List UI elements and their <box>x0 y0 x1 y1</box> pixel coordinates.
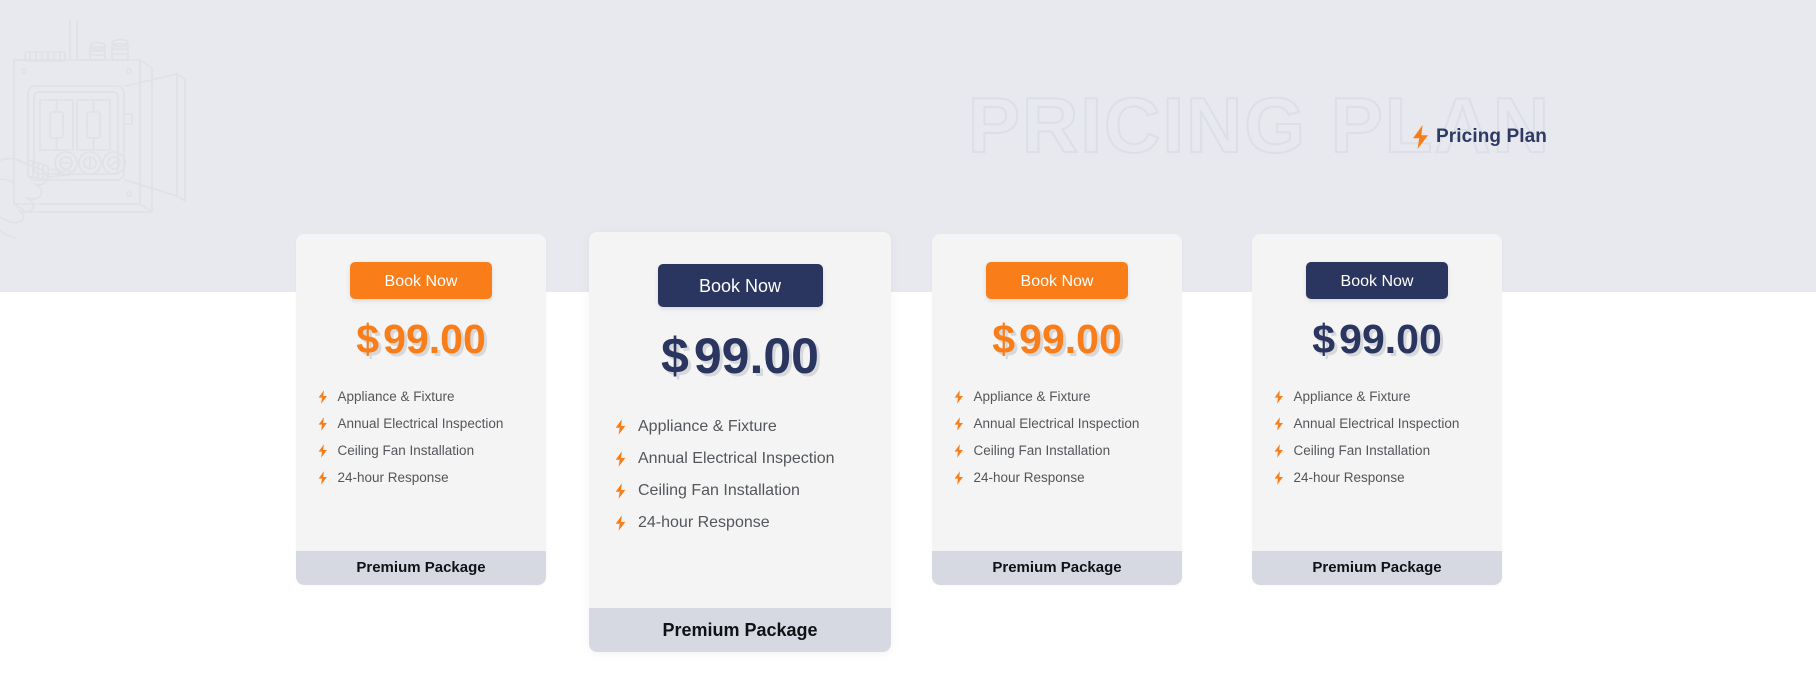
feature-item: 24-hour Response <box>954 464 1182 491</box>
feature-label: Ceiling Fan Installation <box>337 443 475 458</box>
feature-label: Appliance & Fixture <box>973 389 1091 404</box>
price: $99.00 <box>932 316 1182 363</box>
feature-label: 24-hour Response <box>638 514 770 531</box>
price: $99.00 <box>1252 316 1502 363</box>
feature-item: Ceiling Fan Installation <box>318 437 546 464</box>
feature-label: Ceiling Fan Installation <box>638 482 800 499</box>
lightning-bolt-icon <box>318 389 327 404</box>
book-now-button[interactable]: Book Now <box>350 262 492 299</box>
feature-label: Ceiling Fan Installation <box>973 443 1111 458</box>
feature-label: 24-hour Response <box>1293 470 1405 485</box>
price-amount: 99.00 <box>1339 316 1442 362</box>
lightning-bolt-icon <box>615 419 626 435</box>
price-currency: $ <box>992 316 1016 362</box>
lightning-bolt-icon <box>615 451 626 467</box>
pricing-card: Book Now $99.00 Appliance & Fixture Annual … <box>1252 234 1502 585</box>
lightning-bolt-icon <box>1274 416 1283 431</box>
package-footer-label: Premium Package <box>1252 551 1502 585</box>
feature-label: 24-hour Response <box>337 470 449 485</box>
electrical-panel-hand-line-art <box>0 20 186 239</box>
lightning-bolt-icon <box>318 443 327 458</box>
section-label: Pricing Plan <box>1412 125 1547 149</box>
lightning-bolt-icon <box>318 470 327 485</box>
book-now-button[interactable]: Book Now <box>1306 262 1448 299</box>
lightning-bolt-icon <box>1274 389 1283 404</box>
feature-item: 24-hour Response <box>1274 464 1502 491</box>
price-currency: $ <box>661 328 689 384</box>
package-footer-label: Premium Package <box>296 551 546 585</box>
feature-list: Appliance & Fixture Annual Electrical Ins… <box>589 411 891 539</box>
feature-item: Ceiling Fan Installation <box>615 475 891 507</box>
lightning-bolt-icon <box>1413 125 1428 149</box>
feature-label: Ceiling Fan Installation <box>1293 443 1431 458</box>
feature-label: Appliance & Fixture <box>337 389 455 404</box>
lightning-bolt-icon <box>954 470 963 485</box>
pricing-card: Book Now $99.00 Appliance & Fixture Annual … <box>589 232 891 652</box>
feature-label: 24-hour Response <box>973 470 1085 485</box>
price: $99.00 <box>589 327 891 385</box>
feature-label: Annual Electrical Inspection <box>337 416 504 431</box>
feature-item: Annual Electrical Inspection <box>1274 410 1502 437</box>
price: $99.00 <box>296 316 546 363</box>
feature-item: 24-hour Response <box>615 507 891 539</box>
book-now-button[interactable]: Book Now <box>986 262 1128 299</box>
lightning-bolt-icon <box>318 416 327 431</box>
lightning-bolt-icon <box>615 515 626 531</box>
feature-item: Ceiling Fan Installation <box>954 437 1182 464</box>
lightning-bolt-icon <box>954 443 963 458</box>
lightning-bolt-icon <box>615 483 626 499</box>
price-currency: $ <box>356 316 380 362</box>
feature-label: Appliance & Fixture <box>1293 389 1411 404</box>
pricing-card: Book Now $99.00 Appliance & Fixture Annual … <box>296 234 546 585</box>
lightning-bolt-icon <box>1274 443 1283 458</box>
price-amount: 99.00 <box>1019 316 1122 362</box>
feature-item: Appliance & Fixture <box>615 411 891 443</box>
feature-item: Appliance & Fixture <box>954 383 1182 410</box>
pricing-plan-section: PRICING PLAN Pricing Plan Book Now $99.00… <box>0 0 1816 690</box>
package-footer-label: Premium Package <box>932 551 1182 585</box>
pricing-card: Book Now $99.00 Appliance & Fixture Annual … <box>932 234 1182 585</box>
price-currency: $ <box>1312 316 1336 362</box>
lightning-bolt-icon <box>954 416 963 431</box>
feature-list: Appliance & Fixture Annual Electrical Ins… <box>932 383 1182 491</box>
price-amount: 99.00 <box>383 316 486 362</box>
feature-item: 24-hour Response <box>318 464 546 491</box>
lightning-bolt-icon <box>954 389 963 404</box>
feature-item: Annual Electrical Inspection <box>954 410 1182 437</box>
section-label-text: Pricing Plan <box>1436 126 1548 147</box>
package-footer-label: Premium Package <box>589 608 891 652</box>
price-amount: 99.00 <box>693 328 819 384</box>
feature-item: Appliance & Fixture <box>318 383 546 410</box>
book-now-button[interactable]: Book Now <box>657 264 823 307</box>
feature-label: Appliance & Fixture <box>638 418 777 435</box>
lightning-bolt-icon <box>1274 470 1283 485</box>
feature-item: Appliance & Fixture <box>1274 383 1502 410</box>
feature-item: Ceiling Fan Installation <box>1274 437 1502 464</box>
feature-label: Annual Electrical Inspection <box>973 416 1140 431</box>
feature-item: Annual Electrical Inspection <box>615 443 891 475</box>
feature-list: Appliance & Fixture Annual Electrical Ins… <box>1252 383 1502 491</box>
feature-label: Annual Electrical Inspection <box>638 450 835 467</box>
feature-item: Annual Electrical Inspection <box>318 410 546 437</box>
feature-label: Annual Electrical Inspection <box>1293 416 1460 431</box>
feature-list: Appliance & Fixture Annual Electrical Ins… <box>296 383 546 491</box>
